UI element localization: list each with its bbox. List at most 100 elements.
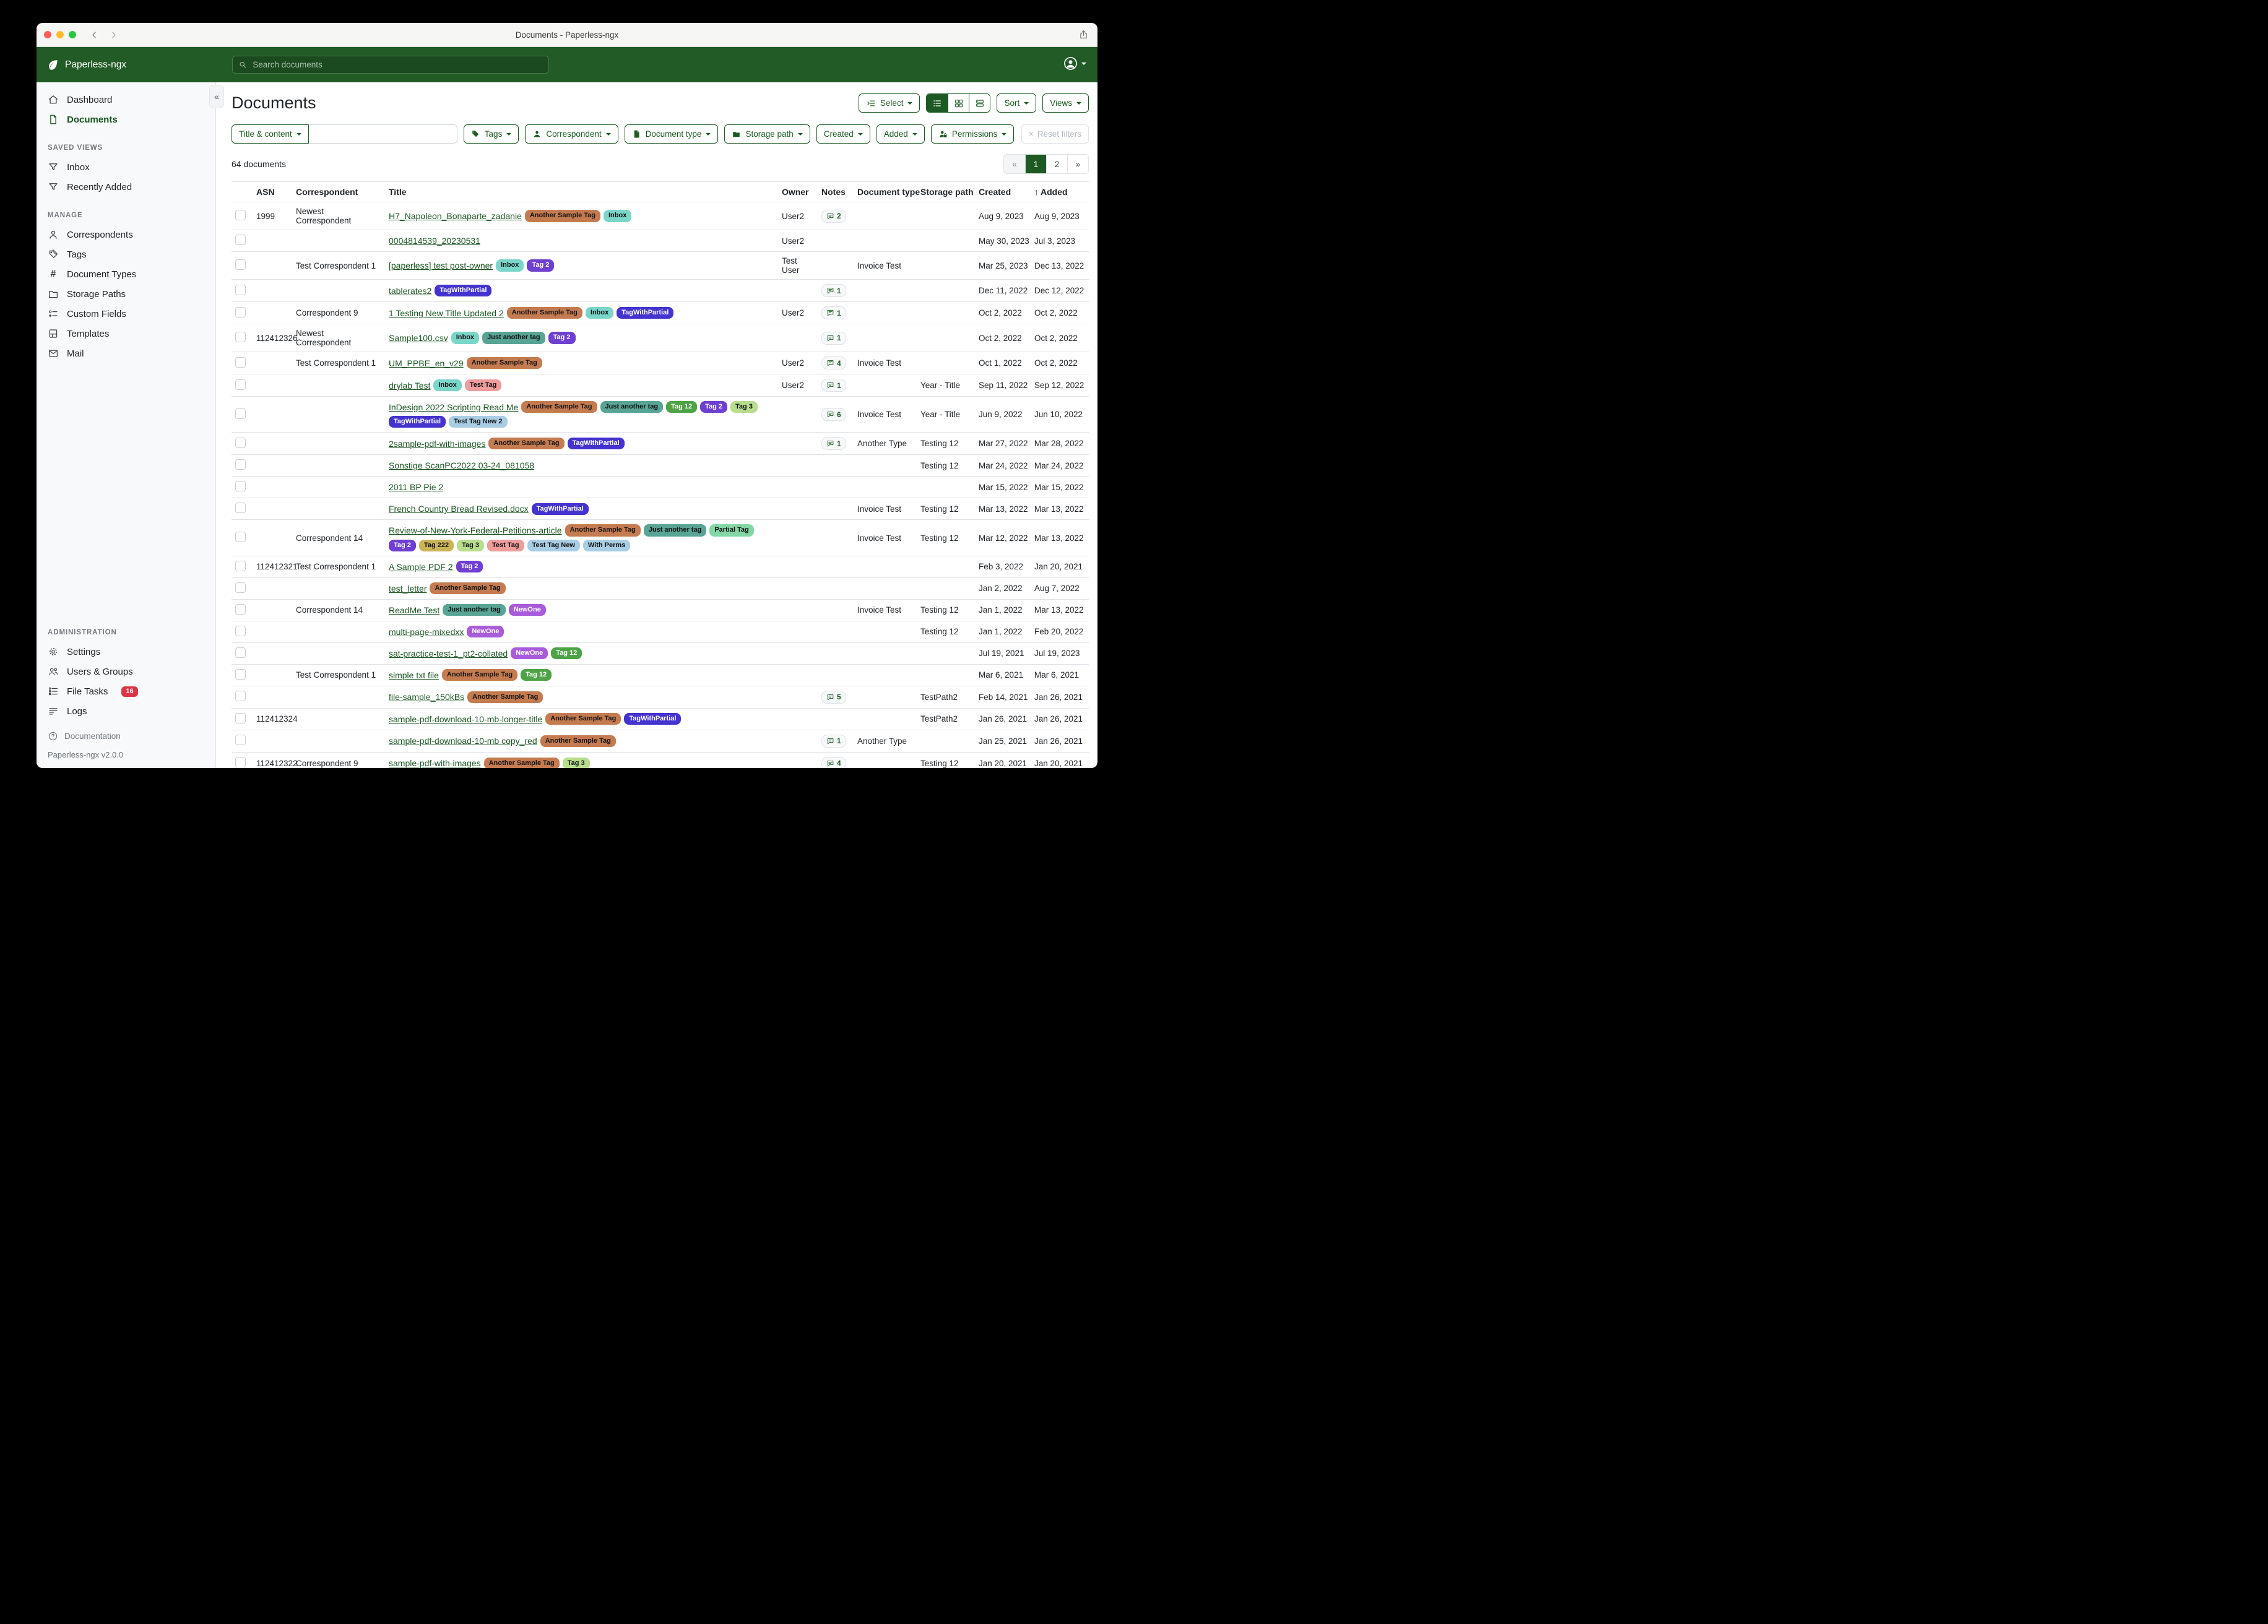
tag-pill[interactable]: Another Sample Tag <box>484 758 560 768</box>
row-checkbox[interactable] <box>235 459 246 470</box>
user-menu[interactable] <box>1063 56 1086 71</box>
document-link[interactable]: InDesign 2022 Scripting Read Me <box>389 402 518 412</box>
row-checkbox[interactable] <box>235 713 246 723</box>
tag-pill[interactable]: Another Sample Tag <box>565 524 641 536</box>
sidebar-item-mail[interactable]: Mail <box>37 343 215 363</box>
tag-pill[interactable]: Tag 222 <box>419 540 454 551</box>
pagination-previous[interactable]: « <box>1004 155 1025 173</box>
row-checkbox[interactable] <box>235 647 246 658</box>
column-header-added[interactable]: ↑Added <box>1031 182 1089 202</box>
sidebar-item-settings[interactable]: Settings <box>37 642 215 662</box>
row-checkbox[interactable] <box>235 481 246 491</box>
document-link[interactable]: ReadMe Test <box>389 605 439 615</box>
tag-pill[interactable]: Partial Tag <box>709 524 753 536</box>
document-link[interactable]: Sample100.csv <box>389 333 448 343</box>
notes-badge[interactable]: 6 <box>821 408 846 421</box>
row-checkbox[interactable] <box>235 210 246 220</box>
notes-badge[interactable]: 2 <box>821 210 846 223</box>
tag-pill[interactable]: TagWithPartial <box>617 307 673 319</box>
forward-icon[interactable] <box>109 30 118 40</box>
document-link[interactable]: [paperless] test post-owner <box>389 261 493 270</box>
sidebar-item-tags[interactable]: Tags <box>37 244 215 264</box>
sidebar-item-recently-added[interactable]: Recently Added <box>37 177 215 197</box>
tag-pill[interactable]: Just another tag <box>443 604 506 616</box>
document-link[interactable]: 2sample-pdf-with-images <box>389 439 485 449</box>
document-link[interactable]: Sonstige ScanPC2022 03-24_081058 <box>389 460 534 470</box>
pagination-next[interactable]: » <box>1067 155 1088 173</box>
filter-correspondent-button[interactable]: Correspondent <box>525 124 618 144</box>
notes-badge[interactable]: 1 <box>821 379 846 392</box>
tag-pill[interactable]: Tag 2 <box>527 259 554 271</box>
row-checkbox[interactable] <box>235 757 246 767</box>
tag-pill[interactable]: TagWithPartial <box>435 285 491 296</box>
sort-button[interactable]: Sort <box>997 93 1036 113</box>
tag-pill[interactable]: Another Sample Tag <box>467 691 543 703</box>
column-header-title[interactable]: Title <box>385 182 778 202</box>
search-input[interactable] <box>251 59 543 70</box>
tag-pill[interactable]: TagWithPartial <box>624 713 681 725</box>
reset-filters-button[interactable]: × Reset filters <box>1021 124 1089 144</box>
document-link[interactable]: file-sample_150kBs <box>389 692 464 702</box>
tag-pill[interactable]: Tag 3 <box>563 758 590 768</box>
row-checkbox[interactable] <box>235 408 246 419</box>
row-checkbox[interactable] <box>235 379 246 390</box>
document-link[interactable]: 0004814539_20230531 <box>389 236 480 246</box>
sidebar-item-custom-fields[interactable]: Custom Fields <box>37 304 215 324</box>
tag-pill[interactable]: Inbox <box>433 379 461 391</box>
pagination-page-2[interactable]: 2 <box>1046 155 1067 173</box>
notes-badge[interactable]: 1 <box>821 306 846 319</box>
sidebar-item-logs[interactable]: Logs <box>37 701 215 721</box>
sidebar-item-document-types[interactable]: #Document Types <box>37 264 215 284</box>
tag-pill[interactable]: Test Tag New 2 <box>449 416 507 428</box>
filter-field-button[interactable]: Title & content <box>232 124 309 144</box>
sidebar-collapse-button[interactable]: « <box>209 85 224 108</box>
tag-pill[interactable]: Inbox <box>451 332 479 343</box>
row-checkbox[interactable] <box>235 285 246 295</box>
tag-pill[interactable]: Inbox <box>496 259 524 271</box>
document-link[interactable]: Review-of-New-York-Federal-Petitions-art… <box>389 525 562 535</box>
document-link[interactable]: sample-pdf-download-10-mb copy_red <box>389 736 537 746</box>
tag-pill[interactable]: Another Sample Tag <box>430 582 505 594</box>
tag-pill[interactable]: NewOne <box>509 604 546 616</box>
column-header-asn[interactable]: ASN <box>253 182 292 202</box>
tag-pill[interactable]: Just another tag <box>600 401 664 413</box>
tag-pill[interactable]: Test Tag <box>487 540 524 551</box>
row-checkbox[interactable] <box>235 235 246 245</box>
tag-pill[interactable]: Inbox <box>604 210 631 222</box>
document-link[interactable]: sample-pdf-with-images <box>389 758 481 768</box>
minimize-button[interactable] <box>56 31 64 38</box>
document-link[interactable]: A Sample PDF 2 <box>389 562 453 572</box>
row-checkbox[interactable] <box>235 532 246 542</box>
tag-pill[interactable]: Tag 3 <box>730 401 758 413</box>
tag-pill[interactable]: Another Sample Tag <box>507 307 582 319</box>
document-link[interactable]: sat-practice-test-1_pt2-collated <box>389 649 508 659</box>
sidebar-item-file-tasks[interactable]: File Tasks16 <box>37 681 215 701</box>
column-header-notes[interactable]: Notes <box>818 182 854 202</box>
filter-permissions-button[interactable]: Permissions <box>931 124 1015 144</box>
filter-storage-path-button[interactable]: Storage path <box>724 124 810 144</box>
tag-pill[interactable]: NewOne <box>467 626 504 637</box>
notes-badge[interactable]: 1 <box>821 735 846 748</box>
tag-pill[interactable]: Another Sample Tag <box>525 210 600 222</box>
sidebar-item-documents[interactable]: Documents <box>37 110 215 129</box>
close-button[interactable] <box>44 31 51 38</box>
document-link[interactable]: French Country Bread Revised.docx <box>389 504 529 514</box>
tag-pill[interactable]: TagWithPartial <box>568 438 625 449</box>
row-checkbox[interactable] <box>235 669 246 680</box>
tag-pill[interactable]: Tag 3 <box>457 540 484 551</box>
tag-pill[interactable]: Another Sample Tag <box>467 357 542 369</box>
row-checkbox[interactable] <box>235 503 246 513</box>
view-grid-button[interactable] <box>948 94 969 112</box>
views-button[interactable]: Views <box>1042 93 1089 113</box>
document-link[interactable]: 1 Testing New Title Updated 2 <box>389 308 504 318</box>
row-checkbox[interactable] <box>235 332 246 342</box>
zoom-button[interactable] <box>69 31 76 38</box>
tag-pill[interactable]: Another Sample Tag <box>540 735 616 747</box>
row-checkbox[interactable] <box>235 582 246 593</box>
tag-pill[interactable]: TagWithPartial <box>532 503 589 515</box>
notes-badge[interactable]: 1 <box>821 437 846 450</box>
document-link[interactable]: simple txt file <box>389 670 439 680</box>
document-link[interactable]: drylab Test <box>389 381 430 391</box>
row-checkbox[interactable] <box>235 561 246 571</box>
sidebar-item-dashboard[interactable]: Dashboard <box>37 90 215 110</box>
